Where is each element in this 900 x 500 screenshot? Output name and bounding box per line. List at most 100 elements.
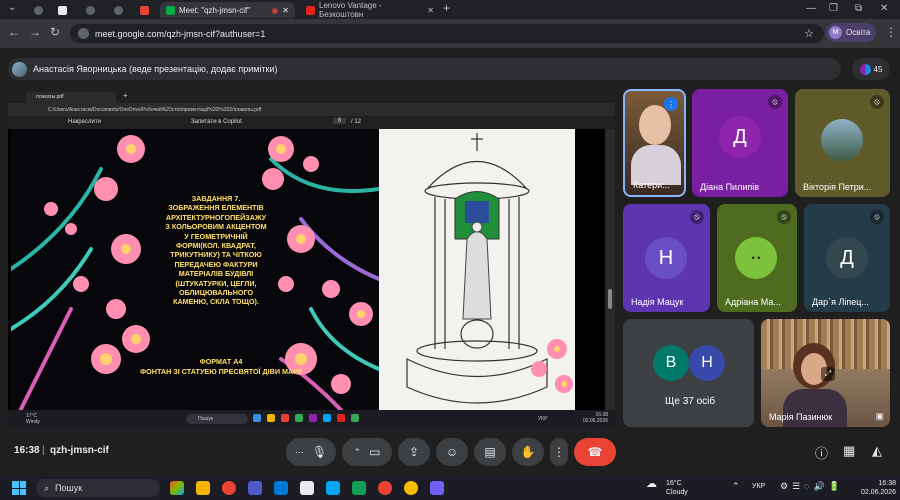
menu-icon[interactable]: ⋮ — [885, 25, 897, 39]
profile-button[interactable]: M Освіта — [826, 23, 877, 42]
globe-icon — [34, 5, 43, 15]
search-icon: ⌕ — [44, 482, 50, 493]
expand-icon[interactable]: ▣ — [875, 411, 884, 422]
raise-hand-button[interactable]: ✋ — [512, 438, 544, 466]
mic-off-icon: ⦸ — [690, 210, 704, 224]
separator: | — [42, 445, 45, 456]
meeting-time: 16:38 — [14, 445, 40, 456]
shared-taskbar: 17°C Windy Пошук УКР 16:38 02.06.2026 — [8, 410, 615, 428]
clock-time: 16:38 — [878, 480, 896, 487]
tile-daria[interactable]: Д ⦸ Дар`я Ліпец... — [804, 204, 890, 312]
chevron-up-icon[interactable]: ⌃ — [732, 481, 740, 492]
participant-photo — [821, 119, 863, 161]
meeting-code: qzh-jmsn-cif — [50, 445, 109, 456]
site-info-icon[interactable] — [78, 28, 89, 39]
restore-icon[interactable]: ❐ — [829, 3, 838, 14]
viber-app-icon[interactable] — [430, 481, 444, 495]
chat-icon[interactable]: ▦ — [843, 443, 855, 459]
shared-pdf-tab: плакаты.pdf — [26, 92, 116, 103]
chrome-app-icon[interactable] — [378, 481, 392, 495]
tab-lenovo[interactable]: Lenovo Vantage - Безкоштовн ✕ — [300, 1, 440, 19]
poster-task-text: ЗАВДАННЯ 7. ЗОБРАЖЕННЯ ЕЛЕМЕНТІВ АРХІТЕК… — [165, 194, 267, 307]
profile-avatar: M — [829, 26, 842, 39]
tile-kateryna[interactable]: ⋮ Катери... — [623, 89, 686, 197]
system-tray-icons[interactable]: ⚙☰◌🔊🔋 — [780, 481, 844, 492]
tile-mariia[interactable]: ⤢ Марія Пазинюк ▣ — [761, 319, 890, 427]
tile-more-people[interactable]: В Н Ще 37 осіб — [623, 319, 754, 427]
url-text: meet.google.com/qzh-jmsn-cif?authuser=1 — [95, 28, 266, 39]
chevron-up-icon[interactable]: ⌃ — [354, 447, 362, 458]
taskbar-search[interactable]: ⌕ Пошук — [36, 479, 160, 497]
edge-app-icon[interactable] — [274, 481, 288, 495]
language-indicator[interactable]: УКР — [752, 483, 765, 490]
bookmark-star-icon[interactable]: ☆ — [804, 27, 814, 40]
tab-1[interactable] — [28, 2, 50, 18]
chrome-app-icon[interactable] — [404, 481, 418, 495]
activities-icon[interactable]: ◭ — [872, 443, 882, 459]
tile-name: Ще 37 осіб — [665, 396, 716, 407]
mic-off-icon: ⦸ — [777, 210, 791, 224]
more-vert-icon: ⋮ — [553, 445, 565, 459]
weather-desc: Cloudy — [666, 489, 688, 496]
outlook-app-icon[interactable] — [326, 481, 340, 495]
teams-app-icon[interactable] — [248, 481, 262, 495]
captions-button[interactable]: ▤ — [474, 438, 506, 466]
tab-search-icon[interactable]: ⌄ — [8, 2, 16, 13]
new-tab-icon[interactable]: + — [443, 1, 450, 15]
file-explorer-icon[interactable] — [196, 481, 210, 495]
windows-taskbar: ⌕ Пошук ☁ 16°C Cloudy ⌃ УКР ⚙☰◌🔊🔋 16:38 … — [0, 476, 900, 500]
close-tab-icon[interactable]: ✕ — [282, 6, 289, 15]
emoji-icon: ☺ — [445, 445, 459, 459]
back-icon[interactable]: ← — [8, 25, 20, 39]
tile-name: Катери... — [633, 180, 670, 190]
reload-icon[interactable]: ↻ — [50, 25, 60, 39]
more-vert-icon[interactable]: ⋯ — [295, 447, 304, 458]
forward-icon[interactable]: → — [29, 25, 41, 39]
tab-4[interactable] — [108, 2, 132, 18]
poster-format-text: ФОРМАТ А4 ФОНТАН ЗІ СТАТУЕЮ ПРЕСВЯТОЇ ДІ… — [140, 357, 302, 376]
people-count-button[interactable]: 45 — [852, 58, 890, 80]
info-icon[interactable]: ⓘ — [815, 443, 828, 462]
tab-3[interactable] — [80, 2, 104, 18]
tab-switch-icon[interactable]: ⧉ — [855, 3, 862, 14]
tab-meet[interactable]: Meet: "qzh-jmsn-cif" ◉ ✕ — [160, 2, 295, 18]
close-window-icon[interactable]: ✕ — [880, 3, 888, 14]
shared-weather: 17°C Windy — [26, 413, 40, 425]
shared-copilot-label: Запитати в Copilot — [191, 119, 242, 125]
pin-icon[interactable]: ⤢ — [821, 367, 835, 381]
fountain-drawing — [406, 133, 573, 404]
participant-video — [639, 105, 671, 145]
chrome-app-icon[interactable] — [222, 481, 236, 495]
store-app-icon[interactable] — [300, 481, 314, 495]
minimize-icon[interactable]: — — [806, 3, 816, 14]
taskbar-weather[interactable]: ☁ 16°C Cloudy — [646, 479, 688, 497]
tile-name: Діана Пилипів — [700, 182, 760, 192]
tab-2[interactable] — [52, 2, 76, 18]
taskbar-clock[interactable]: 16:38 02.06.2026 — [852, 479, 896, 497]
emoji-button[interactable]: ☺ — [436, 438, 468, 466]
present-icon: ⇪ — [408, 445, 420, 459]
shared-lang: УКР — [538, 416, 548, 422]
copilot-app-icon[interactable] — [170, 481, 184, 495]
gmail-icon — [140, 5, 149, 15]
shared-pdf-tabbar: плакаты.pdf + — [8, 90, 615, 103]
shared-taskbar-apps — [253, 414, 533, 424]
tile-nadiia[interactable]: Н ⦸ Надія Мацук — [623, 204, 710, 312]
people-icon — [859, 63, 871, 75]
poster-right-page — [379, 129, 575, 428]
more-options-button[interactable]: ⋮ — [550, 438, 568, 466]
tile-diana[interactable]: Д ⦸ Діана Пилипів — [692, 89, 788, 197]
tile-adriana[interactable]: • • ⦸ Адріана Ма... — [717, 204, 797, 312]
shared-clock: 16:38 02.06.2026 — [583, 412, 608, 424]
end-call-button[interactable]: ☎ — [574, 438, 616, 466]
windows-start-icon[interactable] — [12, 481, 26, 495]
tab-5[interactable] — [134, 2, 158, 18]
camera-button[interactable]: ⌃ ▭ — [342, 438, 392, 466]
app-icon[interactable] — [352, 481, 366, 495]
browser-tabbar: ⌄ Meet: "qzh-jmsn-cif" ◉ ✕ Lenovo Vantag… — [0, 0, 900, 19]
present-button[interactable]: ⇪ — [398, 438, 430, 466]
tile-viktoria[interactable]: ⦸ Вікторія Петри... — [795, 89, 890, 197]
close-tab-icon[interactable]: ✕ — [427, 6, 434, 15]
address-bar[interactable]: meet.google.com/qzh-jmsn-cif?authuser=1 … — [70, 24, 824, 43]
mic-button[interactable]: ⋯ 🎙 — [286, 438, 336, 466]
